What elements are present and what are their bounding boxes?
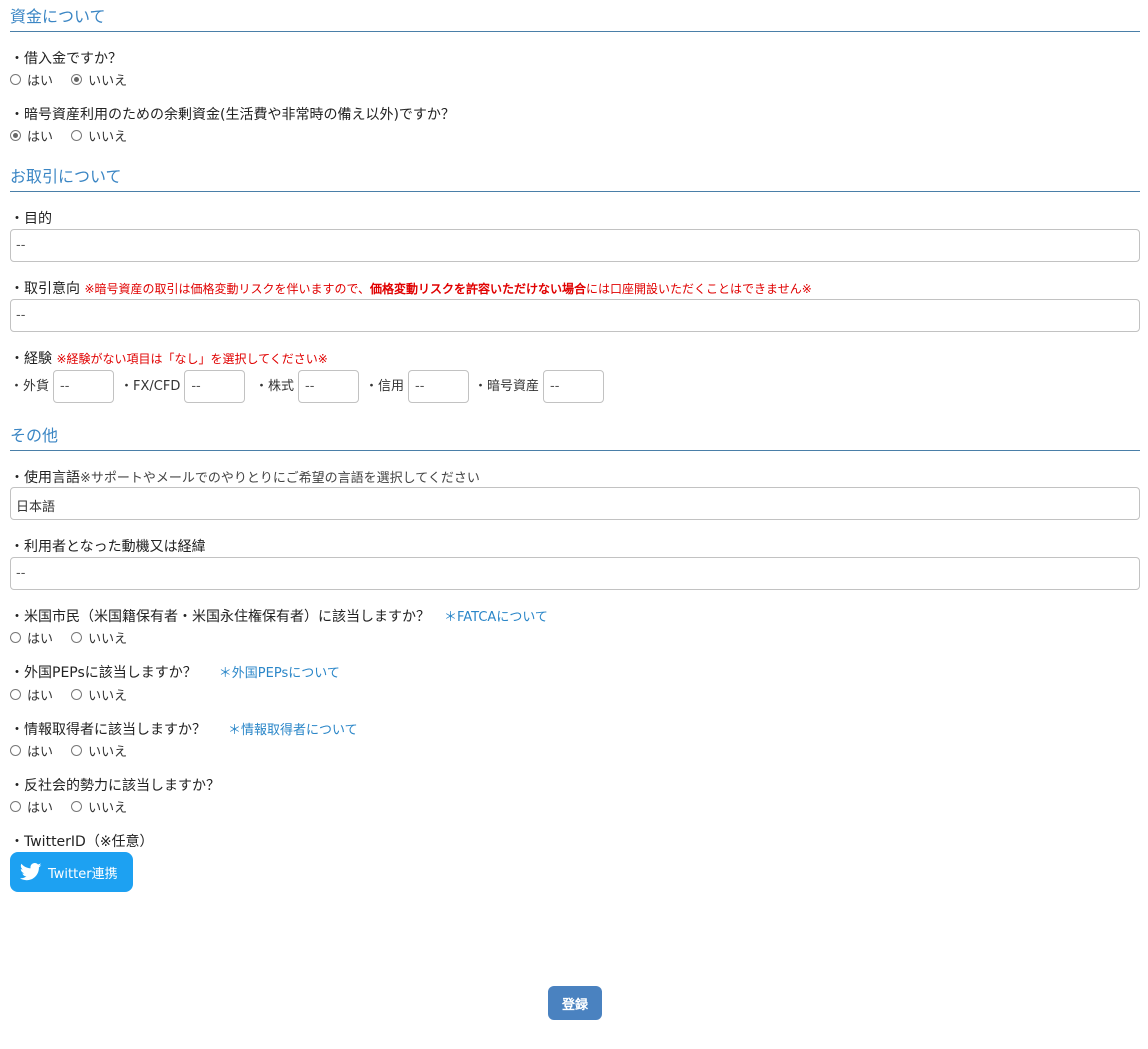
- question-us-citizen: ・米国市民（米国籍保有者・米国永住権保有者）に該当しますか？ ＊FATCAについて: [10, 609, 548, 625]
- question-language: ・使用言語※サポートやメールでのやりとりにご希望の言語を選択してください: [10, 470, 480, 486]
- experience-item-stocks: ・株式 --: [255, 370, 360, 403]
- question-peps: ・外国PEPsに該当しますか？ ＊外国PEPsについて: [10, 665, 340, 681]
- twitter-button-label: Twitter連携: [48, 866, 118, 882]
- radio-group-borrowed: はい いいえ: [10, 70, 141, 89]
- experience-item-crypto: ・暗号資産 --: [474, 370, 605, 403]
- radio-borrowed-yes[interactable]: はい: [10, 70, 53, 89]
- radio-circle-selected-icon[interactable]: [71, 74, 83, 85]
- intent-select[interactable]: --: [10, 299, 1140, 332]
- section-title-funds: 資金について: [10, 7, 106, 26]
- radio-circle-icon[interactable]: [10, 689, 21, 700]
- radio-group-peps: はい いいえ: [10, 685, 141, 704]
- experience-note: ※経験がない項目は「なし」を選択してください※: [56, 352, 328, 366]
- radio-circle-icon[interactable]: [71, 689, 83, 700]
- experience-stocks-select[interactable]: --: [298, 370, 360, 403]
- radio-us-citizen-yes[interactable]: はい: [10, 628, 53, 647]
- question-purpose: ・目的: [10, 211, 52, 227]
- radio-circle-icon[interactable]: [10, 632, 21, 643]
- radio-antisocial-no[interactable]: いいえ: [71, 797, 127, 816]
- radio-peps-yes[interactable]: はい: [10, 685, 53, 704]
- section-title-other: その他: [10, 426, 59, 445]
- radio-group-us-citizen: はい いいえ: [10, 628, 141, 647]
- fatca-link[interactable]: ＊FATCAについて: [444, 610, 548, 625]
- info-acquirer-link[interactable]: ＊情報取得者について: [228, 723, 358, 738]
- language-select[interactable]: 日本語: [10, 487, 1140, 520]
- question-motive: ・利用者となった動機又は経緯: [10, 539, 206, 555]
- radio-info-acquirer-no[interactable]: いいえ: [71, 741, 127, 760]
- section-header-trading: お取引について: [10, 160, 1140, 192]
- section-title-trading: お取引について: [10, 167, 122, 186]
- section-header-other: その他: [10, 419, 1140, 451]
- radio-borrowed-no[interactable]: いいえ: [71, 70, 127, 89]
- intent-warning: ※暗号資産の取引は価格変動リスクを伴いますので、価格変動リスクを許容いただけない…: [84, 282, 812, 296]
- radio-circle-icon[interactable]: [10, 74, 21, 85]
- question-surplus: ・暗号資産利用のための余剰資金(生活費や非常時の備え以外)ですか？: [10, 107, 455, 123]
- radio-circle-icon[interactable]: [71, 632, 83, 643]
- radio-circle-icon[interactable]: [71, 801, 83, 812]
- experience-item-forex: ・外貨 --: [10, 370, 115, 403]
- question-twitter-id: ・TwitterID（※任意）: [10, 834, 154, 850]
- submit-button[interactable]: 登録: [548, 986, 602, 1020]
- experience-item-margin: ・信用 --: [365, 370, 470, 403]
- experience-margin-select[interactable]: --: [408, 370, 470, 403]
- question-info-acquirer: ・情報取得者に該当しますか？ ＊情報取得者について: [10, 722, 358, 738]
- radio-circle-icon[interactable]: [10, 745, 21, 756]
- motive-select[interactable]: --: [10, 557, 1140, 590]
- radio-surplus-yes[interactable]: はい: [10, 126, 53, 145]
- purpose-select[interactable]: --: [10, 229, 1140, 262]
- radio-circle-icon[interactable]: [10, 801, 21, 812]
- experience-item-fxcfd: ・FX/CFD --: [120, 370, 246, 403]
- twitter-connect-button[interactable]: Twitter連携: [10, 852, 133, 892]
- radio-group-info-acquirer: はい いいえ: [10, 741, 141, 760]
- peps-link[interactable]: ＊外国PEPsについて: [219, 666, 340, 681]
- radio-circle-selected-icon[interactable]: [10, 130, 21, 141]
- radio-surplus-no[interactable]: いいえ: [71, 126, 127, 145]
- question-experience: ・経験 ※経験がない項目は「なし」を選択してください※: [10, 351, 328, 367]
- experience-forex-select[interactable]: --: [53, 370, 115, 403]
- radio-us-citizen-no[interactable]: いいえ: [71, 628, 127, 647]
- radio-info-acquirer-yes[interactable]: はい: [10, 741, 53, 760]
- question-borrowed: ・借入金ですか？: [10, 51, 122, 67]
- question-intent: ・取引意向 ※暗号資産の取引は価格変動リスクを伴いますので、価格変動リスクを許容…: [10, 281, 812, 297]
- twitter-bird-icon: [20, 863, 42, 881]
- radio-circle-icon[interactable]: [71, 745, 83, 756]
- radio-antisocial-yes[interactable]: はい: [10, 797, 53, 816]
- radio-peps-no[interactable]: いいえ: [71, 685, 127, 704]
- experience-crypto-select[interactable]: --: [543, 370, 605, 403]
- question-antisocial: ・反社会的勢力に該当しますか？: [10, 778, 220, 794]
- radio-group-antisocial: はい いいえ: [10, 797, 141, 816]
- radio-circle-icon[interactable]: [71, 130, 83, 141]
- section-header-funds: 資金について: [10, 0, 1140, 32]
- radio-group-surplus: はい いいえ: [10, 126, 141, 145]
- experience-fxcfd-select[interactable]: --: [184, 370, 246, 403]
